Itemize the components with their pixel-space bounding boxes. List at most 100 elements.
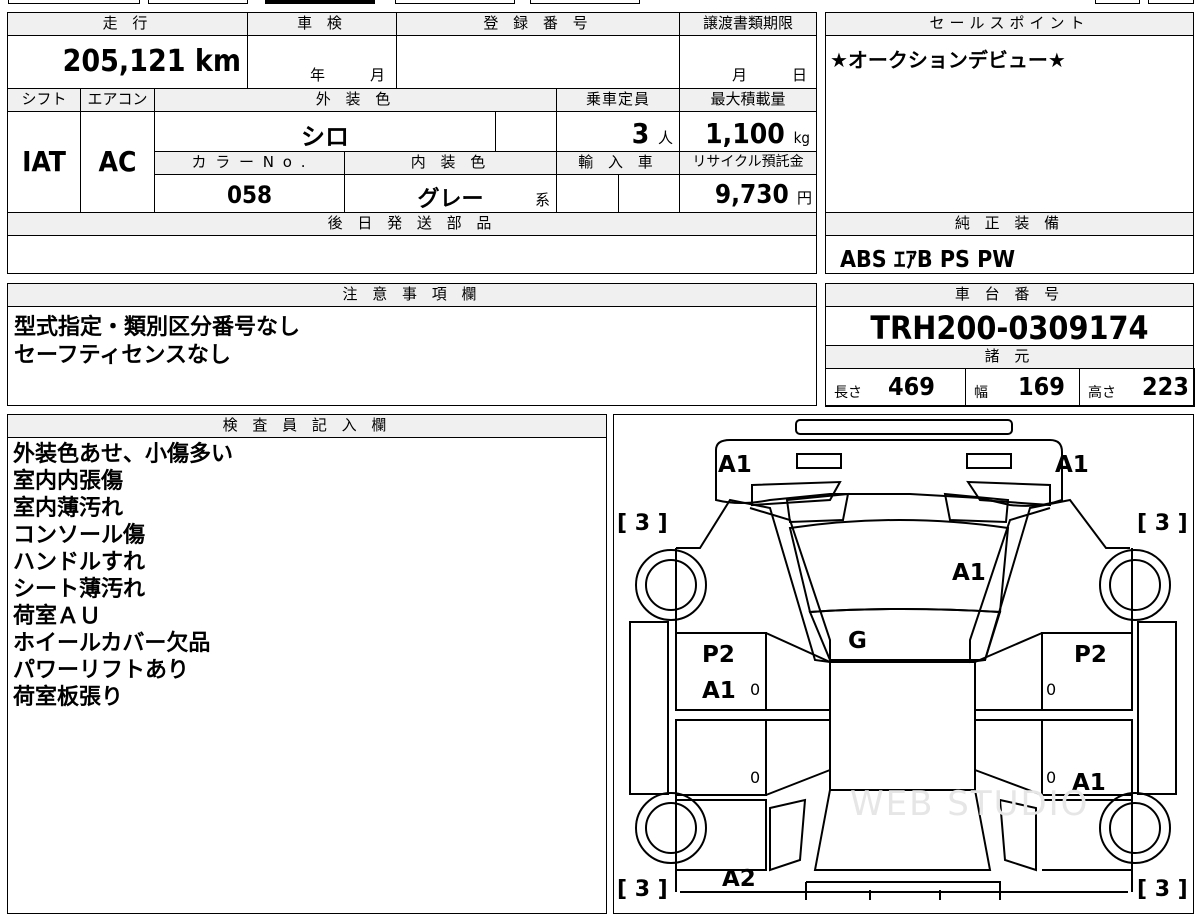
- front-bumper: [795, 419, 1013, 435]
- vehicle-diagram-box: [ 3 ] [ 3 ] [ 3 ] [ 3 ] A1 A1 A1 G P2 A1…: [613, 414, 1194, 914]
- inspector-line: 荷室板張り: [13, 685, 124, 710]
- left-front-fender: [676, 498, 831, 664]
- equipment-header: 純 正 装 備: [825, 212, 1194, 236]
- inspector-line: 室内薄汚れ: [13, 496, 124, 521]
- inspection-header: 車 検: [247, 12, 397, 36]
- chassis-box: 車 台 番 号 TRH200-0309174 諸 元 長さ 469 幅 169 …: [825, 283, 1195, 407]
- front-body: [715, 439, 1063, 507]
- right-front-door-damage: P2: [1074, 642, 1107, 668]
- left-headlight: [796, 453, 842, 469]
- import-header: 輸 入 車: [556, 151, 680, 175]
- interior-header: 内 装 色: [344, 151, 557, 175]
- top-strip: [0, 0, 1200, 6]
- vehicle-diagram: [ 3 ] [ 3 ] [ 3 ] [ 3 ] A1 A1 A1 G P2 A1…: [617, 419, 1188, 900]
- transfer-month: 月: [732, 66, 748, 84]
- tire-rear-left-inner: [645, 802, 697, 854]
- notes-header: 注 意 事 項 欄: [7, 283, 817, 307]
- front-grille-right: [966, 480, 1051, 507]
- import-cell-b: [618, 174, 680, 213]
- right-step: [1137, 621, 1177, 795]
- inspector-line: シート薄汚れ: [13, 577, 146, 602]
- inspector-line: ハンドルすれ: [13, 550, 146, 575]
- ac-header: エアコン: [80, 88, 155, 112]
- mileage-unit: km: [194, 44, 241, 79]
- inspector-line: ホイールカバー欠品: [13, 631, 211, 656]
- notes-line-1: 型式指定・類別区分番号なし: [14, 315, 301, 340]
- tire-fr-score: [ 3 ]: [1137, 511, 1188, 536]
- front-right-damage: A1: [1055, 452, 1089, 478]
- capacity-header: 乗車定員: [556, 88, 680, 112]
- exterior-cell: シロ: [154, 111, 496, 152]
- recycle-header: リサイクル預託金: [679, 151, 817, 175]
- equipment-text: ABS ｴｱB PS PW: [840, 247, 1016, 273]
- ac-cell: AC: [80, 111, 155, 213]
- parts-cell: [7, 235, 817, 274]
- sales-point-box: セールスポイント ★オークションデビュー★: [825, 12, 1194, 213]
- left-front-door-damage-2: A1: [702, 678, 736, 704]
- exterior-header: 外 装 色: [154, 88, 557, 112]
- watermark: WEB STUDIO: [850, 784, 1089, 824]
- right-front-fender: [969, 498, 1130, 664]
- color-no-cell: 058: [154, 174, 345, 213]
- rear-quarter-left: [769, 798, 807, 872]
- maxload-header: 最大積載量: [679, 88, 817, 112]
- inspection-month: 月: [370, 66, 386, 84]
- height-label: 高さ: [1088, 385, 1116, 401]
- recycle-cell: 9,730 円: [679, 174, 817, 213]
- tire-rr-score: [ 3 ]: [1137, 877, 1188, 900]
- mileage-value: 205,121: [62, 44, 186, 79]
- width-value: 169: [1018, 372, 1065, 401]
- left-front-door-damage-1: P2: [702, 642, 735, 668]
- cabin-floor: [829, 661, 976, 791]
- mileage-header: 走 行: [7, 12, 248, 36]
- length-label: 長さ: [834, 385, 862, 401]
- capacity-unit: 人: [657, 129, 673, 147]
- inspector-lines: 外装色あせ、小傷多い 室内内張傷 室内薄汚れ コンソール傷 ハンドルすれ シート…: [13, 441, 233, 711]
- left-step: [629, 621, 669, 795]
- height-value: 223: [1142, 372, 1189, 401]
- windshield-damage: A1: [952, 560, 986, 586]
- dims-header: 諸 元: [825, 345, 1194, 369]
- color-no-value: 058: [226, 181, 273, 209]
- left-mirror: [785, 492, 850, 524]
- maxload-value: 1,100: [705, 117, 785, 150]
- tire-rl-score: [ 3 ]: [617, 877, 668, 900]
- sales-point-text: ★オークションデビュー★: [830, 48, 1066, 72]
- front-left-damage: A1: [718, 452, 752, 478]
- inspector-line: 室内内張傷: [13, 469, 124, 494]
- interior-value: グレー: [417, 187, 484, 212]
- inspection-year: 年: [310, 66, 326, 84]
- inspector-header: 検 査 員 記 入 欄: [7, 414, 607, 438]
- interior-cell: グレー 系: [344, 174, 557, 213]
- length-cell: 長さ 469: [825, 368, 966, 407]
- ac-value: AC: [98, 145, 137, 178]
- recycle-value: 9,730: [714, 180, 789, 210]
- equipment-box: 純 正 装 備 ABS ｴｱB PS PW: [825, 212, 1194, 274]
- rear-damage: A2: [722, 866, 756, 892]
- inspector-line: 荷室ＡＵ: [13, 604, 102, 629]
- zero-mark-lf: 0: [750, 680, 760, 699]
- color-no-header: カ ラ ー N o .: [154, 151, 345, 175]
- registration-header: 登 録 番 号: [396, 12, 680, 36]
- capacity-cell: 3 人: [556, 111, 680, 152]
- inspector-box: 検 査 員 記 入 欄 外装色あせ、小傷多い 室内内張傷 室内薄汚れ コンソール…: [7, 414, 607, 914]
- exterior-extra-cell: [495, 111, 557, 152]
- shift-cell: IAT: [7, 111, 81, 213]
- tire-front-left-inner: [645, 559, 697, 611]
- maxload-unit: kg: [793, 129, 810, 147]
- shift-value: IAT: [22, 145, 66, 178]
- roof-damage: G: [848, 628, 867, 654]
- capacity-value: 3: [631, 117, 650, 150]
- length-value: 469: [888, 372, 935, 401]
- height-cell: 高さ 223: [1079, 368, 1195, 407]
- transfer-cell: 月 日: [679, 35, 817, 89]
- inspection-cell: 年 月: [247, 35, 397, 89]
- chassis-header: 車 台 番 号: [825, 283, 1194, 307]
- registration-cell: [396, 35, 680, 89]
- exterior-value: シロ: [301, 123, 349, 151]
- parts-header: 後 日 発 送 部 品: [7, 212, 817, 236]
- transfer-day: 日: [792, 66, 808, 84]
- recycle-unit: 円: [796, 189, 812, 207]
- inspector-line: パワーリフトあり: [13, 658, 190, 683]
- inspector-line: コンソール傷: [13, 523, 146, 548]
